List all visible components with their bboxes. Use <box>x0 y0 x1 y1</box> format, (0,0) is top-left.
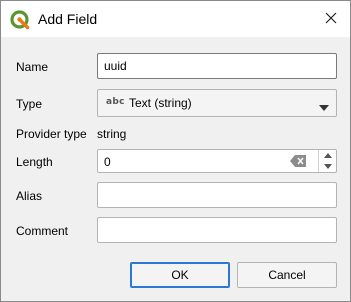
close-icon <box>325 12 337 27</box>
clear-icon[interactable] <box>290 155 306 170</box>
decrement-button[interactable] <box>319 161 337 172</box>
alias-label: Alias <box>16 189 43 203</box>
name-input[interactable] <box>97 53 337 79</box>
add-field-dialog: Add Field Name Type abc Text (string) Pr… <box>0 0 351 302</box>
length-spinbox[interactable]: 0 <box>97 149 337 173</box>
qgis-logo-icon <box>10 10 30 30</box>
provider-type-label: Provider type <box>16 127 87 141</box>
length-value: 0 <box>104 155 111 169</box>
spin-buttons <box>318 150 336 172</box>
name-label: Name <box>16 60 49 74</box>
close-button[interactable] <box>312 1 350 37</box>
title-bar: Add Field <box>1 1 350 37</box>
chevron-down-icon <box>319 100 329 114</box>
type-selected-value: Text (string) <box>129 96 192 110</box>
cancel-button[interactable]: Cancel <box>237 262 337 288</box>
increment-button[interactable] <box>319 150 337 161</box>
length-label: Length <box>16 155 53 169</box>
comment-label: Comment <box>16 224 69 238</box>
provider-type-value: string <box>97 127 127 141</box>
comment-input[interactable] <box>97 217 337 243</box>
type-label: Type <box>16 97 43 111</box>
text-type-icon: abc <box>106 97 125 107</box>
alias-input[interactable] <box>97 182 337 208</box>
dialog-title: Add Field <box>38 11 98 27</box>
type-select[interactable]: abc Text (string) <box>97 89 337 117</box>
ok-button[interactable]: OK <box>130 262 230 288</box>
